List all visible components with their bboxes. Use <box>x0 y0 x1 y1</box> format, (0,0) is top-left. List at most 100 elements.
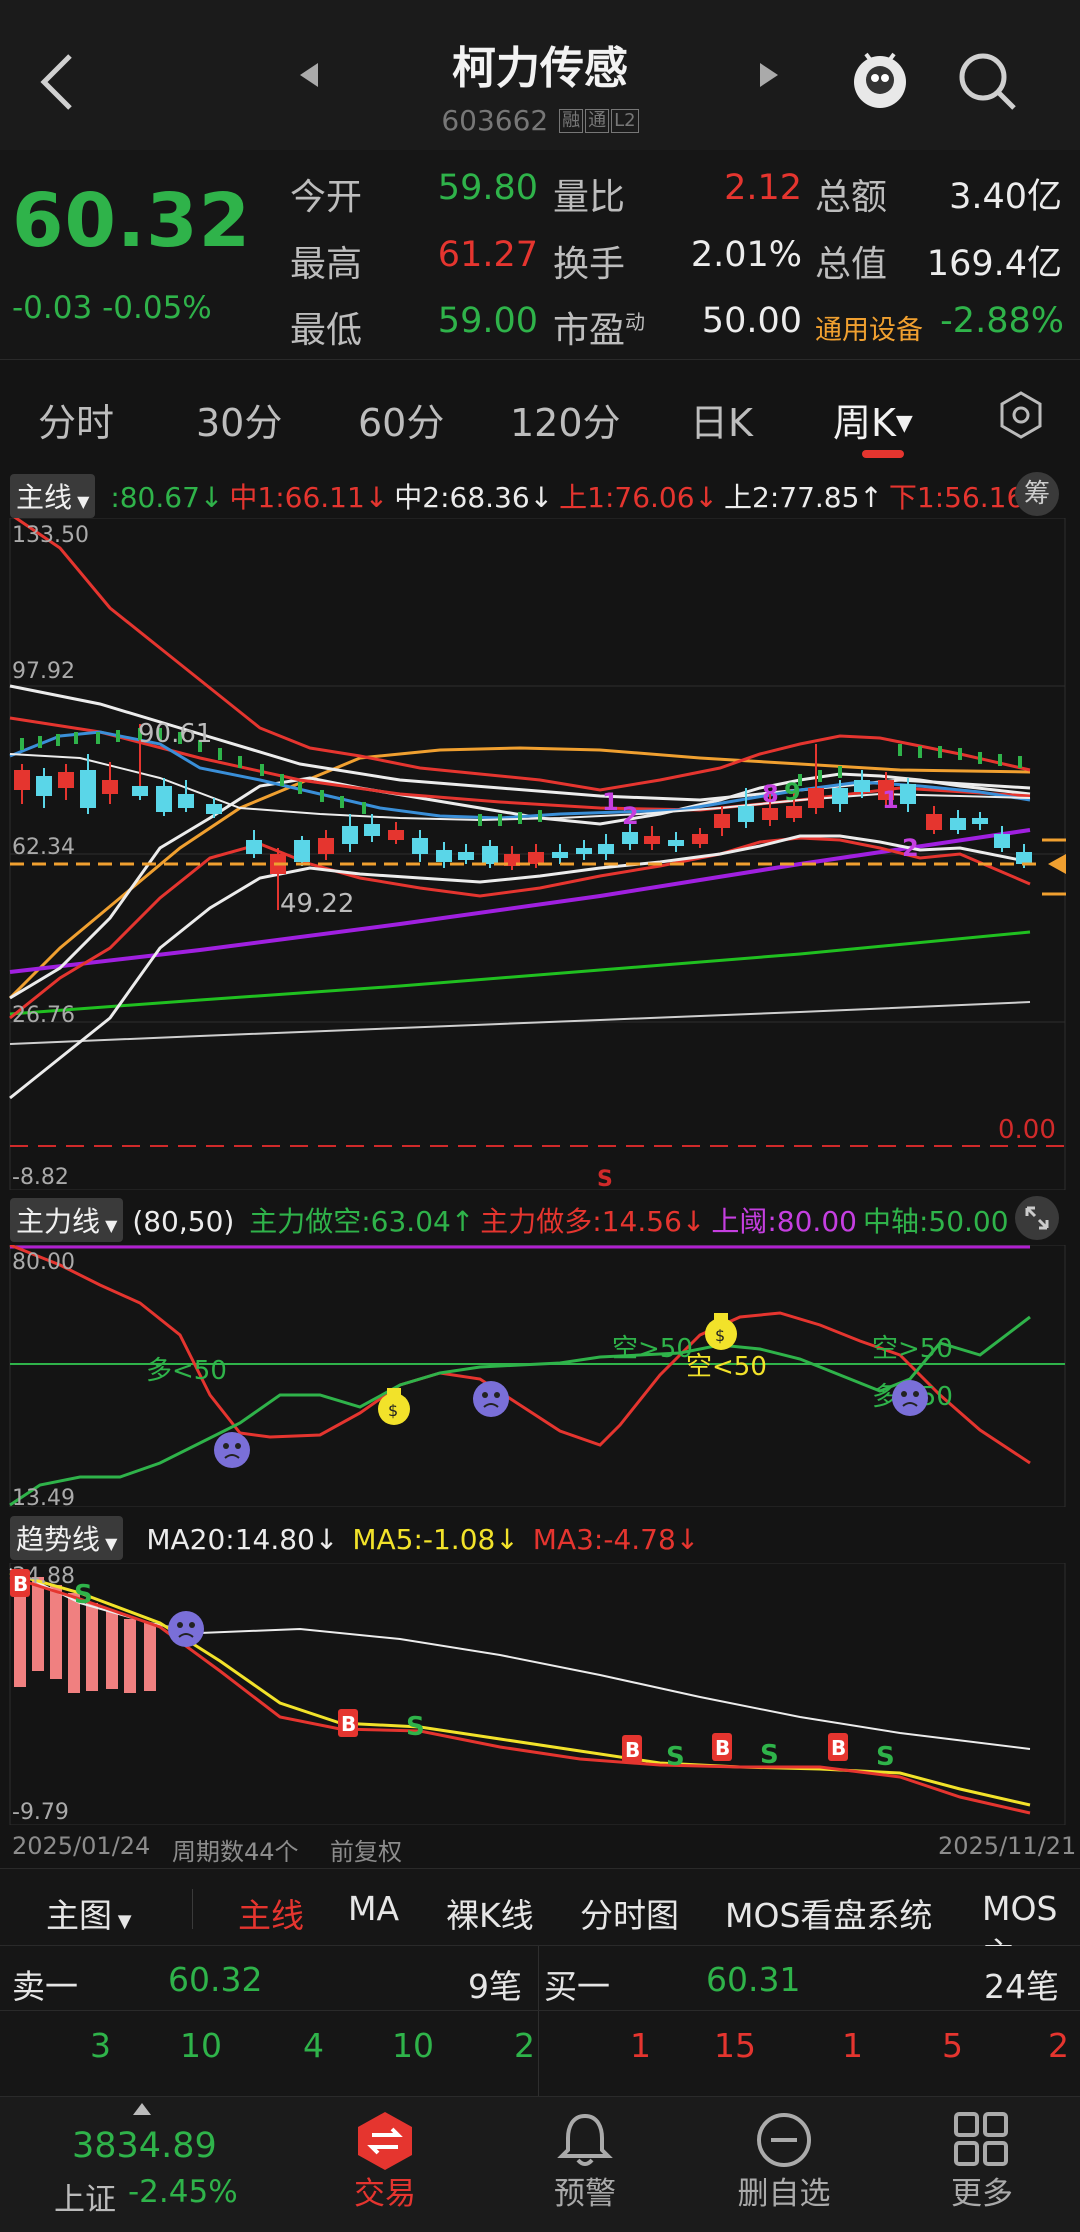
force-legend-item: 主力做空:63.04↑ <box>249 1205 475 1238</box>
ma3-line <box>9 1575 1031 1815</box>
high-value: 61.27 <box>437 235 538 275</box>
sell1-label: 卖一 <box>12 1967 78 2006</box>
pe-value: 50.00 <box>701 301 802 341</box>
main-chart-dropdown[interactable]: 主图 ▼ <box>46 1889 132 1937</box>
candle <box>132 786 148 796</box>
sell-volume: 10 <box>392 2026 434 2065</box>
candle <box>528 852 544 864</box>
sar-dot <box>298 782 302 794</box>
sad-face-icon <box>473 1381 509 1417</box>
candle <box>102 780 118 794</box>
nav-more[interactable]: 更多 <box>912 2168 1052 2213</box>
chip-distribution-button[interactable]: 筹 <box>1015 472 1059 516</box>
candle <box>156 786 172 812</box>
candle <box>364 824 380 836</box>
count-mark: 2 <box>622 802 639 830</box>
expand-chart-button[interactable] <box>1015 1196 1059 1240</box>
count-mark: 2 <box>902 834 919 862</box>
main-indicator-select[interactable]: 主线 ▼ <box>10 474 96 518</box>
main-legend-item: 上1:76.06↓ <box>559 481 718 514</box>
sell-signal-mark: S <box>760 1740 779 1770</box>
turnover-rate-label: 换手 <box>553 244 626 285</box>
bell-icon <box>556 2110 614 2174</box>
candle <box>178 794 194 808</box>
sar-dot <box>116 730 120 742</box>
tab-daily-k[interactable]: 日K <box>690 392 753 447</box>
sar-dot <box>1018 756 1022 768</box>
sar-dot <box>362 802 366 814</box>
candle <box>58 772 74 788</box>
tab-ma[interactable]: MA <box>348 1889 399 1928</box>
kline-chart[interactable]: 133.50 97.92 62.34 26.76 -8.82 90.61 49.… <box>0 518 1080 1190</box>
sar-dot <box>38 736 42 748</box>
candle <box>80 770 96 808</box>
candle <box>14 770 30 790</box>
buy-volume: 1 <box>630 2026 651 2065</box>
stock-name: 柯力传感 <box>452 43 628 94</box>
band-lower2 <box>9 834 1031 1100</box>
index-value: 3834.89 <box>72 2126 217 2166</box>
nav-remove-watchlist[interactable]: 删自选 <box>714 2168 854 2213</box>
candle <box>832 788 848 804</box>
chart-settings-button[interactable] <box>996 390 1046 444</box>
force-params: (80,50) <box>132 1205 235 1238</box>
turnover-rate-value: 2.01% <box>690 235 802 275</box>
candle <box>342 826 358 844</box>
buy-volume: 15 <box>714 2026 756 2065</box>
force-line-chart[interactable]: 80.00 13.49 多<50 空>50 空<50 空>50 多<50 $ $ <box>0 1245 1080 1507</box>
tab-120min[interactable]: 120分 <box>510 392 621 447</box>
count-mark: 9 <box>784 778 801 806</box>
trend-legend-item: MA20:14.80↓ <box>146 1523 339 1556</box>
force-annotation: 空>50 <box>612 1334 693 1364</box>
sell1-price: 60.32 <box>168 1960 263 1999</box>
candle <box>972 818 988 824</box>
sar-dot <box>838 766 842 778</box>
trend-indicator-select[interactable]: 趋势线 ▼ <box>10 1516 124 1560</box>
sell1-count: 9笔 <box>468 1967 522 2006</box>
search-button[interactable] <box>956 50 1020 118</box>
candle <box>552 852 568 858</box>
sar-dot <box>280 774 284 786</box>
stock-code-line: 603662 融通 L2 <box>0 104 1080 137</box>
nav-alert[interactable]: 预警 <box>515 2168 655 2213</box>
force-indicator-select[interactable]: 主力线 ▼ <box>10 1198 124 1242</box>
y-label: -9.79 <box>12 1800 69 1825</box>
trend-line-chart[interactable]: 34.88 -9.79 BBB B BSSS S S <box>0 1563 1080 1825</box>
candle <box>412 838 428 854</box>
tab-60min[interactable]: 60分 <box>358 392 444 447</box>
index-ticker[interactable]: 3834.89 上证 -2.45% <box>0 2096 280 2232</box>
nav-trade[interactable]: 交易 <box>315 2168 455 2213</box>
candle <box>692 834 708 844</box>
robot-assistant-button[interactable] <box>848 46 912 120</box>
tab-intraday-chart[interactable]: 分时图 <box>580 1889 679 1937</box>
tab-intraday[interactable]: 分时 <box>38 392 114 447</box>
sector-link[interactable]: 通用设备 <box>815 308 923 347</box>
sar-dot <box>538 810 542 822</box>
trend-legend-item: MA3:-4.78↓ <box>532 1523 700 1556</box>
active-tab-indicator <box>862 450 904 458</box>
sad-face-icon <box>892 1380 928 1416</box>
sad-face-icon <box>168 1611 204 1647</box>
sar-dot <box>958 748 962 760</box>
tab-weekly-k[interactable]: 周K▼ <box>833 392 913 447</box>
sell-volume: 4 <box>303 2026 324 2065</box>
divider <box>192 1889 193 1929</box>
tab-bare-k[interactable]: 裸K线 <box>446 1889 534 1937</box>
sell-volume: 3 <box>90 2026 111 2065</box>
buy-signal-mark: B <box>341 1712 356 1736</box>
volume-ratio-value: 2.12 <box>724 168 802 208</box>
tab-mos-system[interactable]: MOS看盘系统 <box>725 1889 932 1937</box>
tab-30min[interactable]: 30分 <box>196 392 282 447</box>
candle <box>388 830 404 840</box>
sell-signal-mark: S <box>74 1580 93 1610</box>
y-label: 13.49 <box>12 1486 75 1507</box>
last-price: 60.32 <box>12 178 252 264</box>
sar-dot <box>818 770 822 782</box>
sar-dot <box>918 746 922 758</box>
market-cap-label: 总值 <box>815 244 888 285</box>
tab-main-line[interactable]: 主线 <box>238 1889 304 1937</box>
candle <box>36 776 52 796</box>
sar-dot <box>56 734 60 746</box>
price-marker-icon <box>1048 854 1066 874</box>
low-value: 59.00 <box>437 301 538 341</box>
